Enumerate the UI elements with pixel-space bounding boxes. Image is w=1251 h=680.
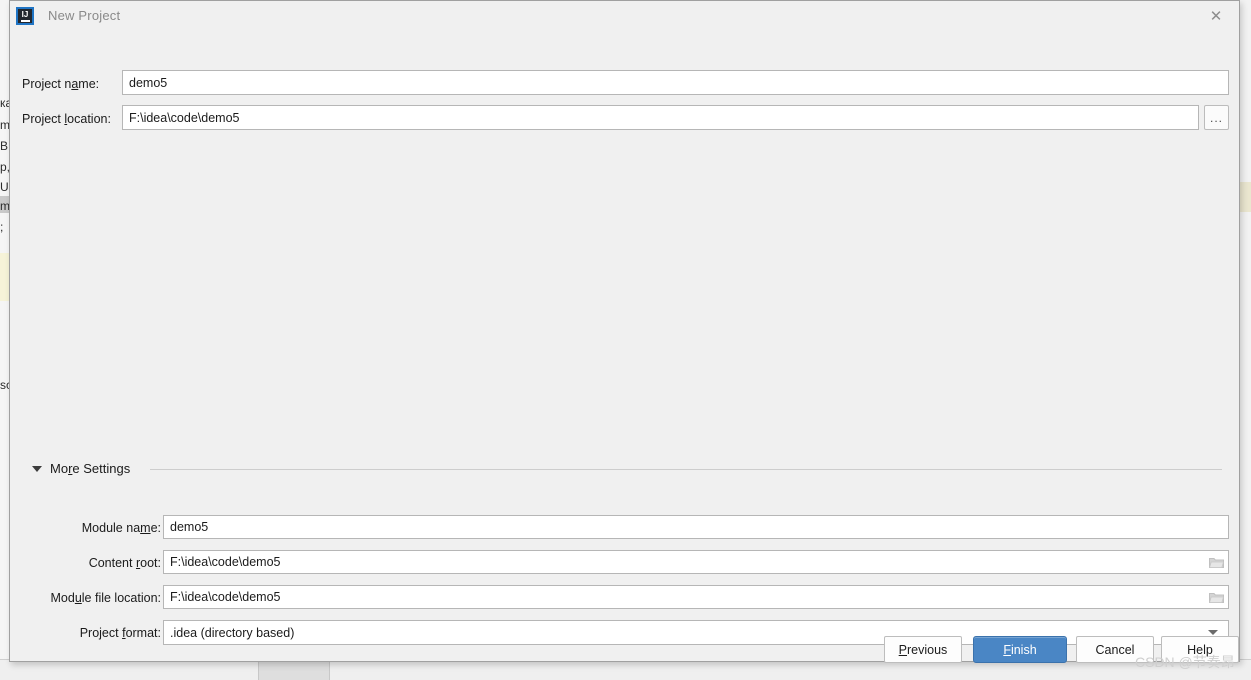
module-file-location-value: F:\idea\code\demo5 (170, 590, 281, 604)
bg-left-highlight (0, 253, 9, 301)
intellij-idea-icon-bar (20, 19, 30, 22)
chevron-down-icon[interactable] (1208, 630, 1218, 635)
close-icon[interactable]: ✕ (1193, 1, 1239, 31)
folder-icon[interactable] (1209, 557, 1224, 569)
module-name-label-part: Module na (81, 521, 141, 535)
new-project-dialog: IJ New Project ✕ Project name: demo5 Pro… (9, 0, 1240, 663)
project-format-select[interactable]: .idea (directory based) (163, 620, 1229, 645)
module-name-label-suffix: e: (150, 521, 161, 535)
module-file-location-label-part: Mod (50, 591, 75, 605)
project-name-label-part: Project n (22, 77, 72, 91)
more-settings-header[interactable]: More Settings (32, 461, 1222, 477)
project-format-value: .idea (directory based) (170, 625, 295, 640)
project-name-label: Project name: (22, 77, 99, 91)
previous-button-mnemonic: P (898, 642, 908, 657)
browse-button[interactable]: ... (1204, 105, 1229, 130)
intellij-idea-icon: IJ (16, 7, 34, 25)
content-root-label: Content root: (10, 556, 161, 570)
bg-left-fragment: ; (0, 220, 4, 234)
more-settings-separator (150, 469, 1222, 470)
intellij-idea-icon-text: IJ (21, 9, 29, 19)
more-settings-label: More Settings (50, 461, 130, 476)
project-name-value: demo5 (129, 75, 168, 90)
project-location-input[interactable]: F:\idea\code\demo5 (122, 105, 1199, 130)
more-settings-label-part: Mo (50, 461, 69, 476)
module-file-location-label-mnemonic: u (74, 591, 82, 605)
content-root-value: F:\idea\code\demo5 (170, 555, 281, 569)
finish-button[interactable]: Finish (973, 636, 1067, 663)
folder-icon[interactable] (1209, 592, 1224, 604)
project-format-label: Project format: (10, 626, 161, 640)
triangle-down-icon[interactable] (32, 466, 42, 472)
browse-button-label: ... (1209, 110, 1223, 125)
module-name-input[interactable]: demo5 (163, 515, 1229, 539)
module-file-location-label: Module file location: (10, 591, 162, 605)
project-format-label-suffix: ormat: (125, 626, 161, 640)
module-name-label-mnemonic: m (140, 521, 151, 535)
taskbar-item[interactable] (258, 660, 330, 680)
dialog-titlebar: IJ New Project ✕ (10, 1, 1239, 32)
previous-button[interactable]: Previous (884, 636, 962, 663)
content-root-input[interactable]: F:\idea\code\demo5 (163, 550, 1229, 574)
more-settings-label-suffix: e Settings (72, 461, 131, 476)
finish-button-label: inish (1010, 642, 1037, 657)
module-file-location-label-suffix: le file location: (81, 591, 161, 605)
finish-button-mnemonic: F (1003, 642, 1011, 657)
module-name-value: demo5 (170, 520, 209, 534)
bg-left-fragment: U (0, 180, 9, 194)
project-location-label-suffix: ocation: (67, 112, 111, 126)
previous-button-label: revious (907, 642, 948, 657)
project-location-label: Project location: (22, 112, 111, 126)
csdn-watermark: CSDN @节奏昂 (1135, 654, 1235, 670)
cancel-button-label: Cancel (1095, 642, 1135, 657)
content-root-label-part: Content (88, 556, 136, 570)
project-name-label-suffix: me: (78, 77, 100, 91)
dialog-title: New Project (48, 8, 121, 23)
project-name-input[interactable]: demo5 (122, 70, 1229, 95)
content-root-label-suffix: oot: (140, 556, 161, 570)
project-format-label-part: Project (79, 626, 123, 640)
project-location-label-part: Project (22, 112, 65, 126)
module-name-label: Module name: (10, 521, 161, 535)
bg-left-fragment: B (0, 139, 9, 153)
module-file-location-input[interactable]: F:\idea\code\demo5 (163, 585, 1229, 609)
project-location-value: F:\idea\code\demo5 (129, 110, 240, 125)
